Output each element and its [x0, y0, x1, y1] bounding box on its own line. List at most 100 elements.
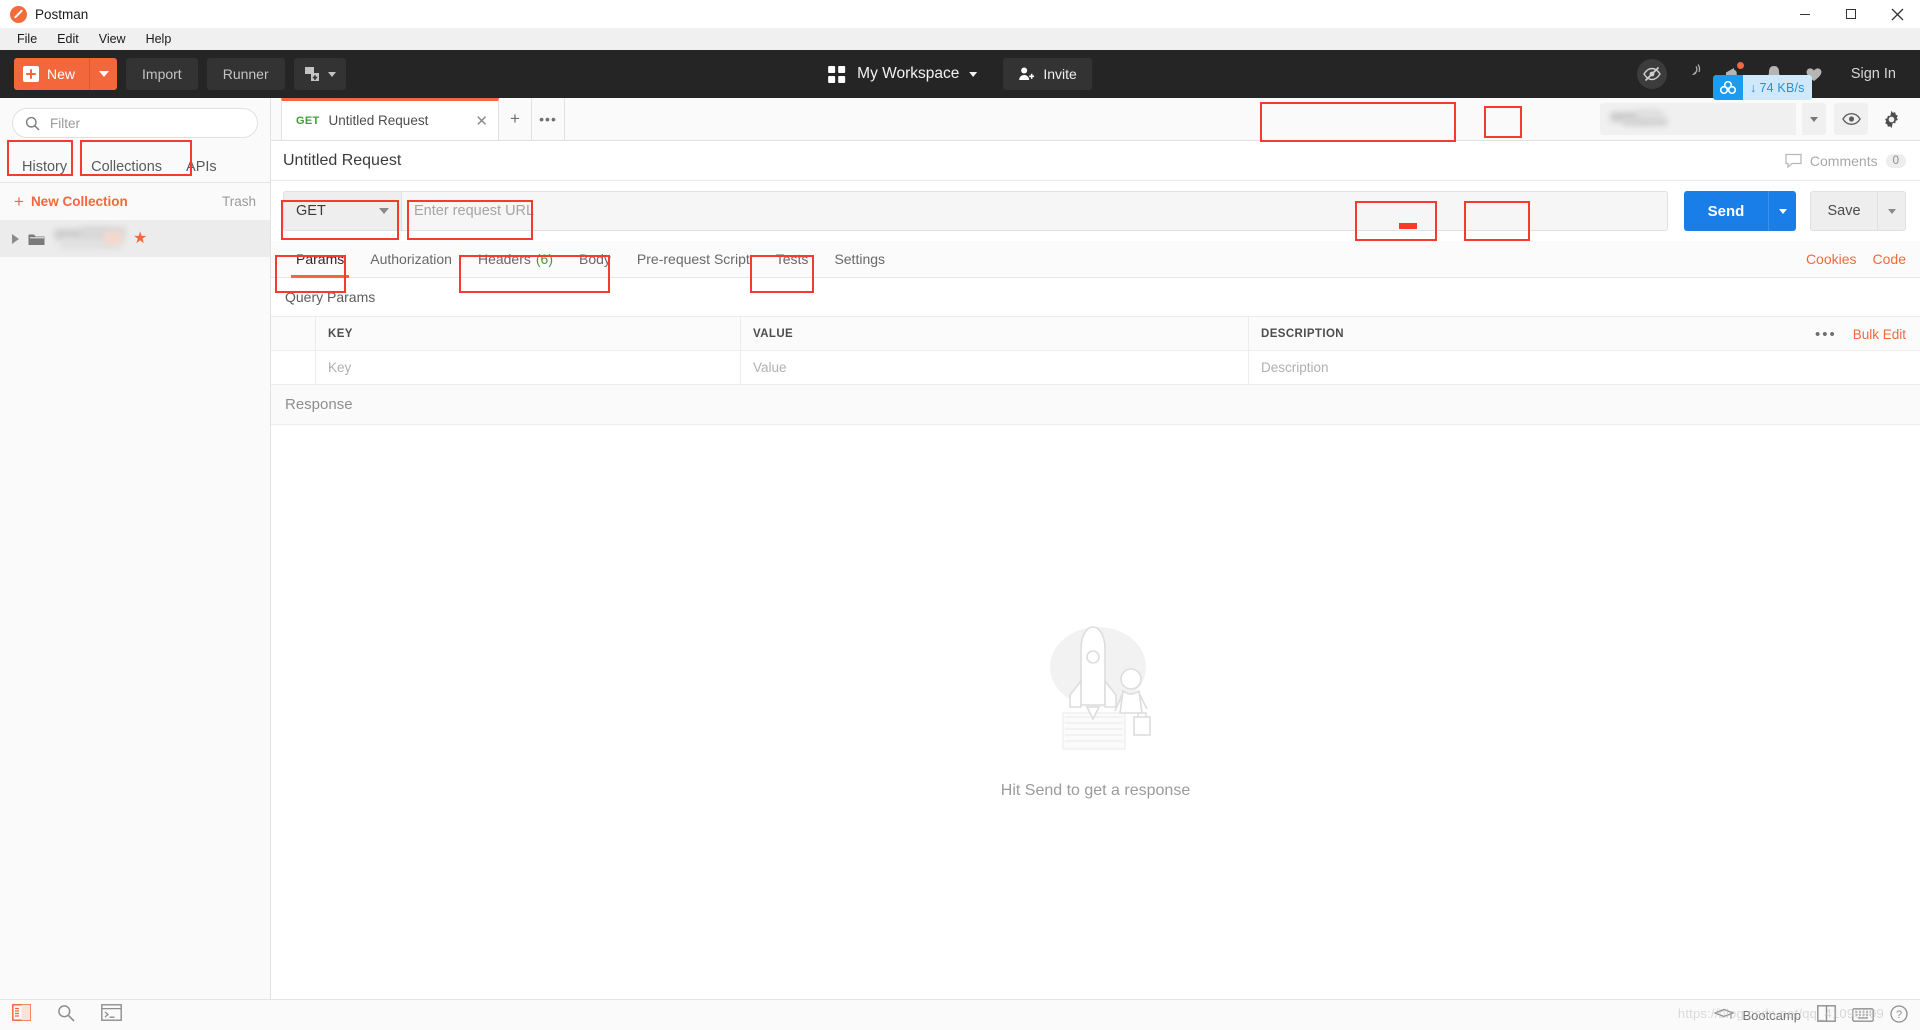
- new-button-caret[interactable]: [89, 58, 117, 90]
- close-button[interactable]: [1874, 0, 1920, 28]
- table-row[interactable]: Key Value Description: [271, 351, 1920, 385]
- window-title: Postman: [35, 6, 89, 22]
- collection-list-item[interactable]: ★: [0, 221, 270, 257]
- sidebar-tab-collections[interactable]: Collections: [79, 152, 174, 182]
- bulk-edit-button[interactable]: Bulk Edit: [1853, 327, 1906, 342]
- tab-tests-label: Tests: [775, 251, 809, 267]
- search-button[interactable]: [57, 1004, 75, 1027]
- new-collection-button[interactable]: + New Collection: [14, 193, 128, 210]
- svg-text:?: ?: [1896, 1009, 1902, 1021]
- more-tabs-button[interactable]: •••: [532, 98, 565, 140]
- plus-icon: [23, 66, 39, 82]
- eye-icon: [1841, 113, 1861, 125]
- query-params-table: KEY VALUE DESCRIPTION ••• Bulk Edit Key …: [271, 316, 1920, 385]
- send-options-caret[interactable]: [1768, 191, 1796, 231]
- menu-item-file[interactable]: File: [7, 28, 47, 50]
- request-detail-tabs: Params Authorization Headers (6) Body Pr…: [271, 241, 1920, 278]
- keyboard-shortcuts-button[interactable]: [1852, 1006, 1874, 1025]
- console-icon: [101, 1004, 122, 1021]
- status-bar-right: Bootcamp ?: [1714, 1004, 1908, 1026]
- eye-off-icon[interactable]: [1636, 59, 1667, 89]
- menu-item-view[interactable]: View: [89, 28, 136, 50]
- import-button[interactable]: Import: [126, 58, 198, 90]
- tab-pre-request-script-label: Pre-request Script: [636, 251, 750, 267]
- favorite-star-icon[interactable]: ★: [133, 231, 147, 247]
- tab-body-label: Body: [579, 251, 611, 267]
- help-button[interactable]: ?: [1890, 1004, 1908, 1026]
- postman-app-window: Postman File Edit View Help New Import R…: [0, 0, 1920, 1030]
- sidebar-tab-apis[interactable]: APIs: [174, 152, 229, 182]
- send-button[interactable]: Send: [1684, 191, 1768, 231]
- settings-gear-button[interactable]: [1876, 104, 1906, 134]
- plus-icon: +: [14, 192, 24, 211]
- folder-icon: [28, 232, 45, 246]
- row-checkbox-cell[interactable]: [271, 351, 316, 385]
- new-window-button[interactable]: [293, 58, 346, 90]
- gear-icon: [1884, 110, 1898, 128]
- maximize-button[interactable]: [1828, 0, 1874, 28]
- new-button[interactable]: New: [14, 58, 118, 90]
- minimize-button[interactable]: [1782, 0, 1828, 28]
- cookies-link[interactable]: Cookies: [1806, 251, 1857, 267]
- sidebar-tab-history[interactable]: History: [10, 152, 79, 182]
- tab-settings-label: Settings: [834, 251, 886, 267]
- menu-item-help[interactable]: Help: [136, 28, 182, 50]
- param-description-input[interactable]: Description: [1249, 351, 1920, 385]
- tab-settings[interactable]: Settings: [821, 241, 898, 278]
- environment-caret-icon[interactable]: [1802, 103, 1826, 135]
- ellipsis-icon[interactable]: •••: [1815, 326, 1837, 343]
- send-button-label: Send: [1707, 202, 1745, 220]
- window-controls: [1782, 0, 1920, 28]
- comments-button[interactable]: Comments 0: [1785, 153, 1906, 169]
- save-options-caret[interactable]: [1878, 191, 1906, 231]
- menu-bar: File Edit View Help: [0, 28, 1920, 50]
- tab-authorization[interactable]: Authorization: [357, 241, 465, 278]
- invite-button[interactable]: Invite: [1003, 58, 1092, 90]
- workspace-selector[interactable]: My Workspace Invite: [828, 58, 1092, 90]
- http-method-select[interactable]: GET: [283, 191, 402, 231]
- request-title: Untitled Request: [283, 151, 402, 169]
- response-hint-text: Hit Send to get a response: [1000, 781, 1191, 799]
- rocket-illustration-icon: [1050, 625, 1151, 749]
- request-url-input[interactable]: Enter request URL: [402, 191, 1668, 231]
- sign-in-button[interactable]: Sign In: [1841, 66, 1906, 82]
- param-key-input[interactable]: Key: [316, 351, 741, 385]
- add-tab-button[interactable]: +: [499, 98, 532, 140]
- environment-selector[interactable]: [1600, 103, 1796, 135]
- status-bar-left: [12, 1004, 122, 1027]
- sidebar-toggle-icon: [12, 1004, 31, 1021]
- chevron-right-icon[interactable]: [12, 234, 19, 244]
- tab-pre-request-script[interactable]: Pre-request Script: [624, 241, 763, 278]
- save-button[interactable]: Save: [1810, 191, 1878, 231]
- environment-quick-look-button[interactable]: [1834, 103, 1868, 135]
- code-link[interactable]: Code: [1873, 251, 1906, 267]
- column-header-value: VALUE: [741, 317, 1249, 351]
- request-links: Cookies Code: [1806, 251, 1906, 267]
- search-input[interactable]: Filter: [12, 108, 258, 138]
- tab-tests[interactable]: Tests: [763, 241, 822, 278]
- tab-params[interactable]: Params: [283, 241, 357, 278]
- person-add-icon: [1019, 67, 1035, 80]
- tab-body[interactable]: Body: [566, 241, 624, 278]
- layout-two-pane-button[interactable]: [1817, 1005, 1836, 1025]
- param-value-input[interactable]: Value: [741, 351, 1249, 385]
- bootcamp-button[interactable]: Bootcamp: [1714, 1008, 1801, 1023]
- close-icon[interactable]: ✕: [457, 112, 488, 130]
- select-all-checkbox-cell[interactable]: [271, 317, 316, 351]
- toggle-sidebar-button[interactable]: [12, 1004, 31, 1026]
- postman-logo-icon: [10, 5, 27, 23]
- sidebar-tabs: History Collections APIs: [0, 146, 270, 183]
- tab-headers[interactable]: Headers (6): [465, 241, 566, 278]
- trash-button[interactable]: Trash: [222, 194, 256, 209]
- query-params-title: Query Params: [285, 289, 376, 305]
- menu-item-edit[interactable]: Edit: [47, 28, 89, 50]
- satellite-icon[interactable]: [1681, 61, 1707, 87]
- network-monitor-icon: [1713, 75, 1743, 100]
- request-tab-untitled[interactable]: GET Untitled Request ✕: [281, 98, 499, 140]
- runner-button[interactable]: Runner: [206, 58, 285, 90]
- save-button-label: Save: [1827, 203, 1861, 219]
- console-button[interactable]: [101, 1004, 122, 1026]
- bootcamp-label: Bootcamp: [1742, 1007, 1801, 1023]
- environment-name-redacted: [1610, 109, 1674, 126]
- comments-label: Comments: [1809, 152, 1878, 169]
